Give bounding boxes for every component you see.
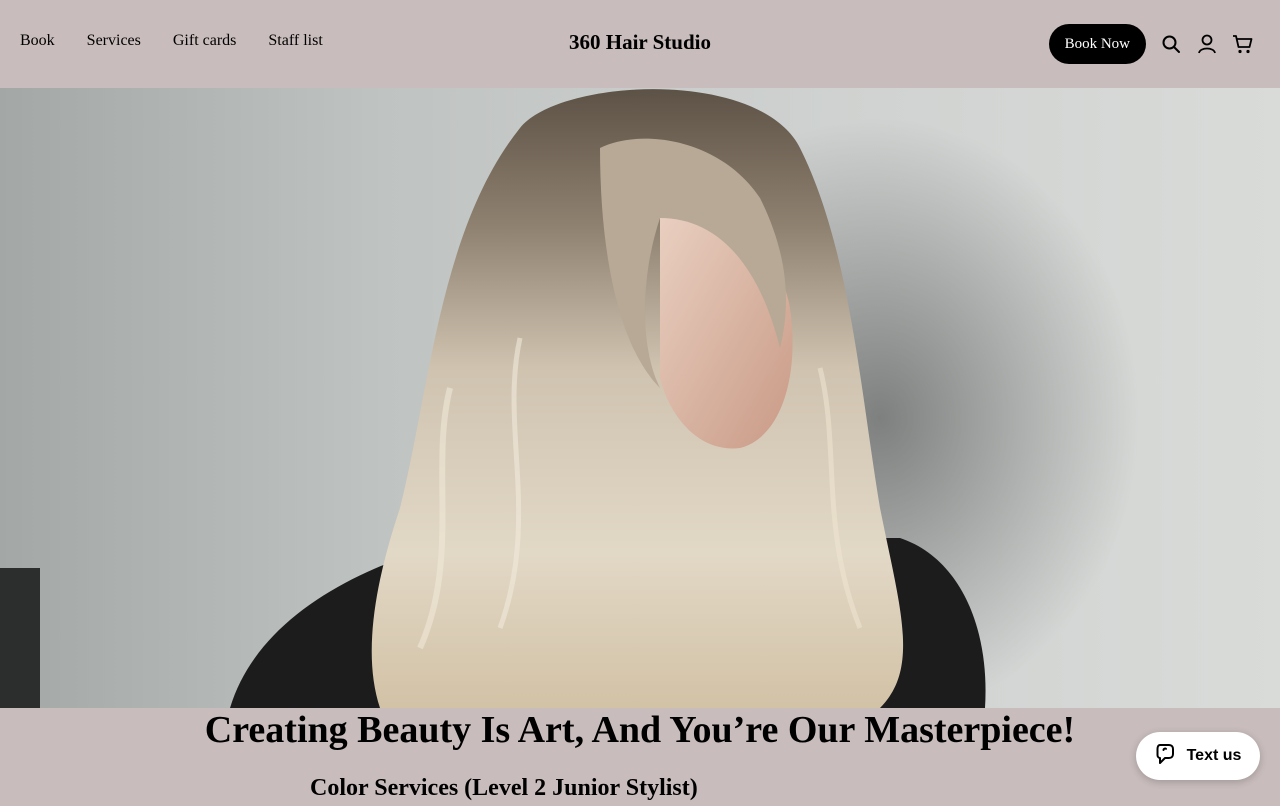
hero-image: [0, 88, 1280, 708]
text-us-chat-button[interactable]: Text us: [1136, 732, 1260, 780]
chat-icon: [1155, 742, 1177, 771]
account-icon[interactable]: [1196, 33, 1218, 55]
page-headline: Creating Beauty Is Art, And You’re Our M…: [204, 709, 1076, 751]
book-now-button[interactable]: Book Now: [1048, 24, 1146, 64]
cart-icon[interactable]: [1232, 33, 1254, 55]
text-us-label: Text us: [1186, 747, 1242, 764]
header-actions: Book Now: [1048, 24, 1254, 64]
search-icon[interactable]: [1160, 33, 1182, 55]
section-heading: Color Services (Level 2 Junior Stylist): [310, 775, 698, 801]
site-header: Book Services Gift cards Staff list 360 …: [0, 0, 1280, 88]
